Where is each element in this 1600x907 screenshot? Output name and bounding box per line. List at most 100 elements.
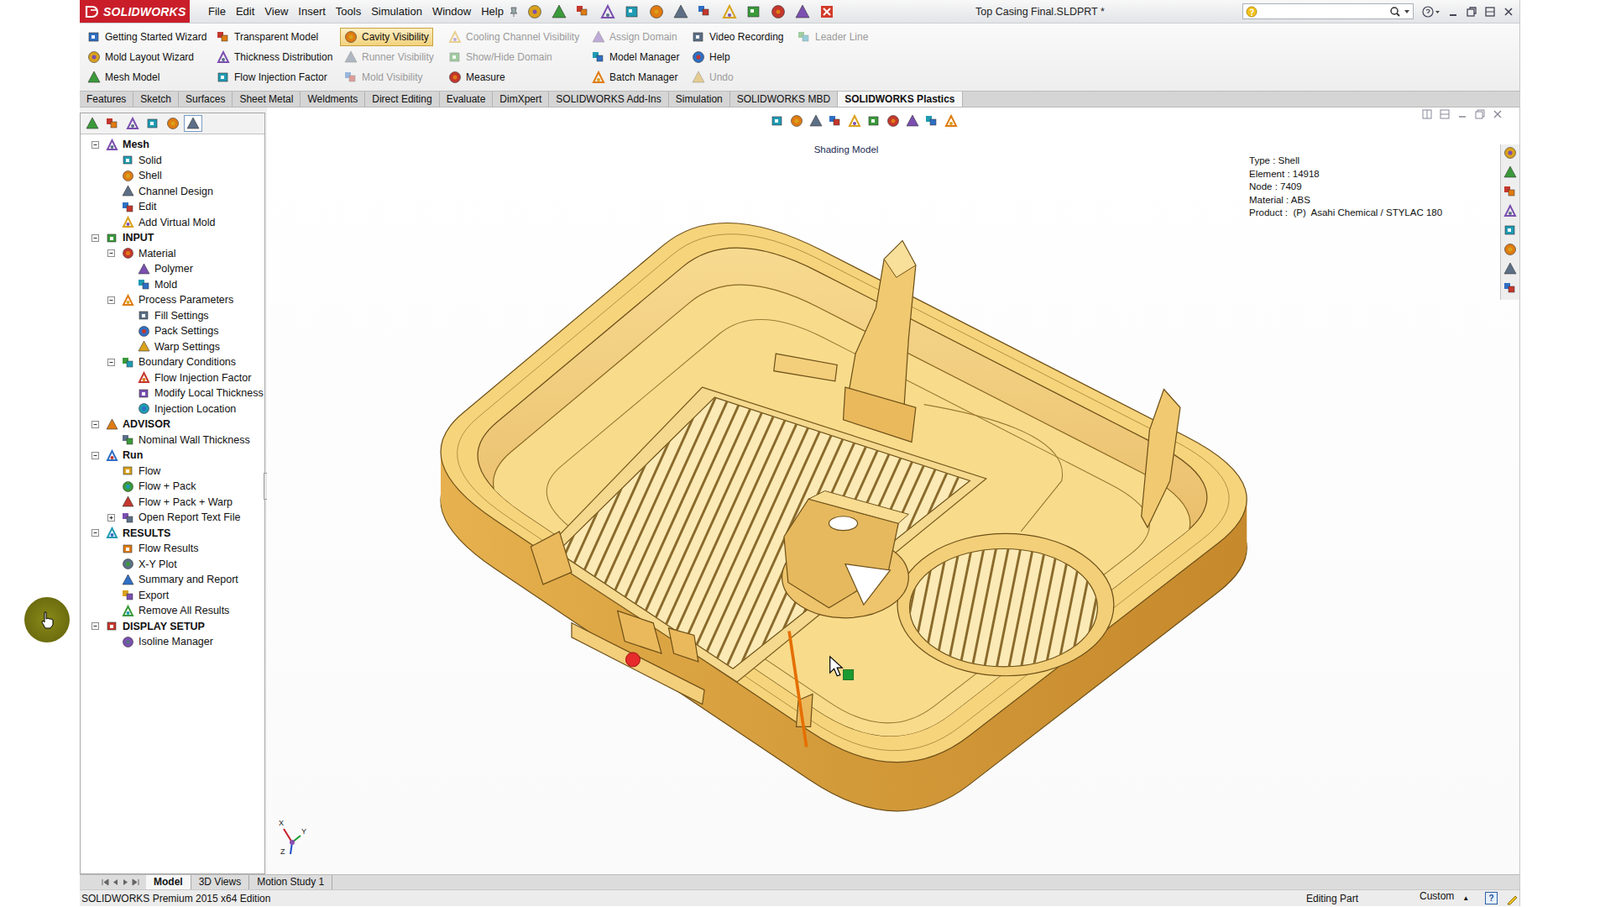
tree-item[interactable]: Modify Local Thickness <box>80 385 265 402</box>
command-button[interactable]: Mold Layout Wizard <box>83 47 199 67</box>
expander[interactable] <box>90 621 103 631</box>
tree-item[interactable]: X-Y Plot <box>80 556 265 573</box>
expander[interactable] <box>90 528 103 538</box>
command-tab[interactable]: Sketch <box>133 91 179 107</box>
app-logo[interactable]: SOLIDWORKS <box>79 0 190 23</box>
tree-item[interactable]: DISPLAY SETUP <box>80 618 265 635</box>
restore-icon[interactable] <box>1465 5 1478 18</box>
task-pane-icon[interactable] <box>1503 146 1517 163</box>
minimize-icon[interactable] <box>1447 5 1459 18</box>
command-tab[interactable]: Direct Editing <box>365 91 440 107</box>
panel-tab[interactable] <box>183 115 203 132</box>
previous-view-icon[interactable] <box>809 114 825 128</box>
rebuild-icon[interactable] <box>673 4 692 20</box>
split-icon[interactable] <box>1422 109 1433 120</box>
command-tab[interactable]: Weldments <box>300 91 366 107</box>
command-button[interactable]: Help <box>687 47 735 67</box>
select-icon[interactable] <box>648 4 668 20</box>
tree-item[interactable]: Flow Results <box>80 540 265 557</box>
command-tab[interactable]: Simulation <box>669 91 731 107</box>
search-box[interactable] <box>1242 3 1414 20</box>
model-tab[interactable]: 3D Views <box>191 874 250 889</box>
tree-item[interactable]: Isoline Manager <box>80 633 265 650</box>
menu-item[interactable]: File <box>203 5 231 18</box>
task-pane-icon[interactable] <box>1503 261 1517 279</box>
tile-icon[interactable] <box>1484 5 1496 18</box>
task-pane-icon[interactable] <box>1503 223 1517 241</box>
panel-tab[interactable] <box>103 115 122 132</box>
task-pane-icon[interactable] <box>1503 184 1517 202</box>
task-pane-icon[interactable] <box>1503 203 1517 221</box>
menu-item[interactable]: Edit <box>230 5 260 18</box>
import-icon[interactable] <box>794 4 814 20</box>
last-tab-icon[interactable] <box>131 878 140 886</box>
command-button[interactable]: Measure <box>444 67 510 87</box>
tree-item[interactable]: Export <box>80 587 265 604</box>
menu-item[interactable]: View <box>259 5 293 18</box>
command-tab[interactable]: Sheet Metal <box>232 91 301 107</box>
command-tab[interactable]: Features <box>79 91 134 107</box>
tree-item[interactable]: Injection Location <box>80 401 265 418</box>
tree-item[interactable]: Solid <box>80 152 265 169</box>
command-button[interactable]: Mesh Model <box>83 67 164 87</box>
command-button[interactable]: Cavity Visibility <box>339 27 434 47</box>
panel-tab[interactable] <box>83 115 102 132</box>
section-view-icon[interactable] <box>828 114 844 128</box>
tile-view-icon[interactable] <box>1439 109 1450 120</box>
menu-item[interactable]: Help <box>475 5 509 18</box>
expander[interactable] <box>106 248 119 258</box>
command-button[interactable]: Flow Injection Factor <box>212 67 332 87</box>
tree-item[interactable]: Mesh <box>80 136 265 153</box>
command-button[interactable]: Thickness Distribution <box>212 47 337 67</box>
print-icon[interactable] <box>600 4 619 20</box>
view-orientation-icon[interactable] <box>847 114 863 128</box>
display-style-icon[interactable] <box>867 114 883 128</box>
expander[interactable] <box>106 295 119 305</box>
command-tab[interactable]: SOLIDWORKS Add-Ins <box>549 91 669 107</box>
tree-item[interactable]: Warp Settings <box>80 339 265 356</box>
zoom-fit-icon[interactable] <box>770 114 786 128</box>
tree-item[interactable]: Pack Settings <box>80 323 265 340</box>
tree-item[interactable]: Process Parameters <box>80 292 265 309</box>
menu-item[interactable]: Simulation <box>366 5 428 18</box>
expander[interactable] <box>90 140 103 150</box>
zoom-area-icon[interactable] <box>789 114 806 128</box>
units-selector[interactable]: Custom▲ <box>1419 889 1479 906</box>
minimize-view-icon[interactable] <box>1457 109 1468 120</box>
expander[interactable] <box>106 512 119 523</box>
open-icon[interactable] <box>551 4 570 20</box>
model-tab[interactable]: Motion Study 1 <box>249 874 333 889</box>
menu-item[interactable]: Window <box>427 5 476 18</box>
tree-item[interactable]: Summary and Report <box>80 571 265 588</box>
file-properties-icon[interactable] <box>697 4 717 20</box>
tree-item[interactable]: Boundary Conditions <box>80 354 265 371</box>
tree-item[interactable]: Fill Settings <box>80 308 265 325</box>
task-pane-icon[interactable] <box>1503 165 1517 183</box>
tree-item[interactable]: Polymer <box>80 261 265 278</box>
first-tab-icon[interactable] <box>101 878 110 886</box>
tree-item[interactable]: RESULTS <box>80 525 265 542</box>
task-pane-icon[interactable] <box>1503 242 1517 260</box>
tree-item[interactable]: Flow + Pack + Warp <box>80 494 265 511</box>
tree-item[interactable]: Channel Design <box>80 183 265 200</box>
hide-show-icon[interactable] <box>886 114 902 128</box>
command-tab[interactable]: SOLIDWORKS MBD <box>730 91 838 107</box>
command-button[interactable]: Batch Manager <box>587 67 682 87</box>
expander[interactable] <box>106 357 119 367</box>
view-settings-icon[interactable] <box>944 114 960 128</box>
expander[interactable] <box>90 233 103 243</box>
tree-item[interactable]: Mold <box>80 277 265 293</box>
next-tab-icon[interactable] <box>121 878 130 886</box>
prev-tab-icon[interactable] <box>111 878 120 886</box>
menu-item[interactable]: Tools <box>330 5 367 18</box>
table-icon[interactable] <box>770 4 790 20</box>
command-tab[interactable]: DimXpert <box>492 91 550 107</box>
close-window-icon[interactable] <box>1502 5 1515 18</box>
grid-icon[interactable] <box>746 4 765 20</box>
restore-view-icon[interactable] <box>1474 109 1485 120</box>
command-tab[interactable]: SOLIDWORKS Plastics <box>837 91 963 107</box>
options-icon[interactable] <box>721 4 741 20</box>
tree-item[interactable]: ADVISOR <box>80 416 265 433</box>
panel-tab[interactable] <box>123 115 142 132</box>
tree-item[interactable]: Run <box>80 447 265 464</box>
